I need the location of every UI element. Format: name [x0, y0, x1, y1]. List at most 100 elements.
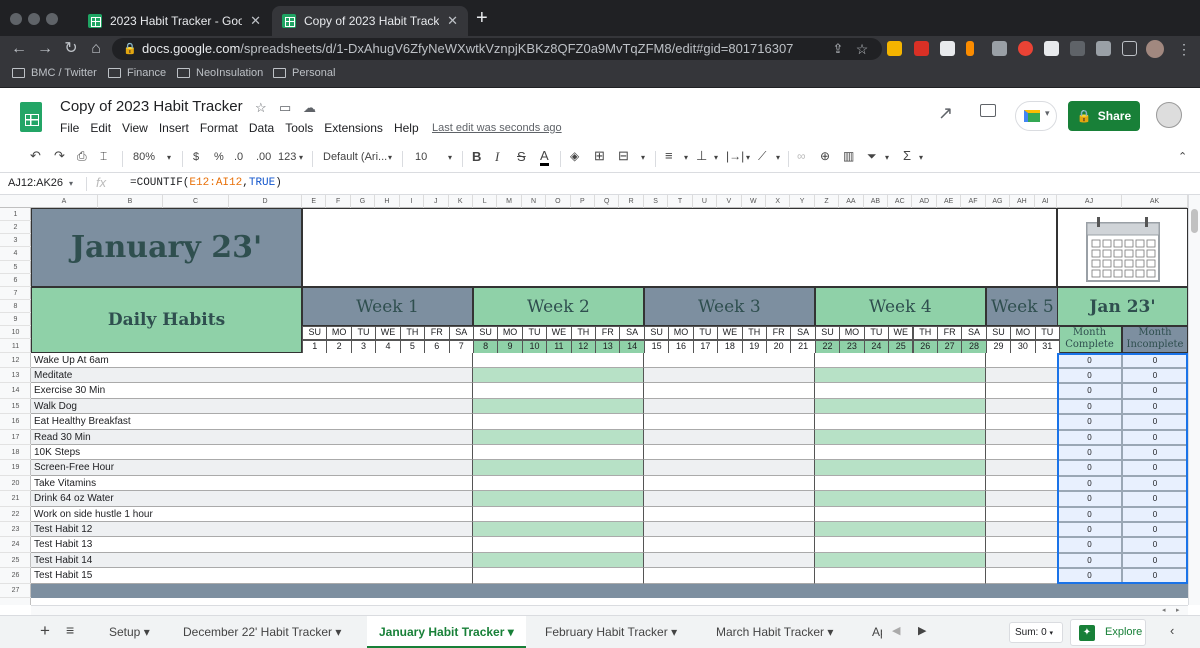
chevron-down-icon[interactable]: ▾ [69, 179, 73, 188]
habit-week-cells[interactable] [472, 568, 644, 584]
minimize-window-button[interactable] [28, 13, 40, 25]
month-complete-count[interactable]: 0 [1057, 506, 1122, 523]
month-incomplete-count[interactable]: 0 [1122, 414, 1188, 430]
row-header[interactable]: 6 [0, 274, 31, 287]
scrollbar-thumb[interactable] [1191, 209, 1198, 233]
menu-tools[interactable]: Tools [285, 121, 313, 135]
chevron-down-icon[interactable]: ▾ [299, 153, 303, 162]
habit-week-cells[interactable] [472, 522, 644, 538]
column-header[interactable]: K [449, 195, 473, 208]
column-header[interactable]: S [644, 195, 669, 208]
paint-format-icon[interactable]: ⌶ [100, 149, 107, 164]
column-header[interactable]: AC [888, 195, 913, 208]
share-button[interactable]: 🔒 Share [1068, 101, 1140, 131]
habit-week-cells[interactable] [643, 398, 815, 415]
browser-tab-2-active[interactable]: Copy of 2023 Habit Tracker - G ✕ [272, 6, 468, 36]
column-header[interactable]: AG [986, 195, 1011, 208]
month-incomplete-count[interactable]: 0 [1122, 398, 1188, 415]
menu-data[interactable]: Data [249, 121, 274, 135]
month-incomplete-count[interactable]: 0 [1122, 429, 1188, 446]
italic-icon[interactable]: I [495, 149, 499, 165]
habit-week-cells[interactable] [814, 552, 986, 569]
browser-tab-1[interactable]: 2023 Habit Tracker - Google Sl ✕ [78, 6, 271, 36]
habit-week-cells[interactable] [814, 568, 986, 584]
scroll-tabs-left-icon[interactable]: ◀ [892, 624, 900, 637]
edit-extension-icon[interactable] [1044, 41, 1059, 56]
habit-week-cells[interactable] [814, 368, 986, 384]
habit-name[interactable]: Screen-Free Hour [31, 460, 302, 476]
habit-name[interactable]: 10K Steps [31, 445, 302, 461]
sheet-tab-april[interactable]: Ap [860, 616, 882, 648]
side-panel-icon[interactable] [1122, 41, 1137, 56]
vertical-scrollbar[interactable] [1188, 195, 1200, 605]
bookmark-star-icon[interactable]: ☆ [852, 39, 872, 59]
column-header[interactable]: L [473, 195, 498, 208]
habit-week-cells[interactable] [643, 383, 815, 399]
habit-week-cells[interactable] [643, 352, 815, 369]
column-header[interactable]: N [522, 195, 547, 208]
bold-icon[interactable]: B [472, 149, 481, 164]
sheet-tab-february[interactable]: February Habit Tracker ▾ [533, 616, 689, 648]
spreadsheet-grid[interactable]: A B C D E F G H I J K L M N O P Q R S T U V W X Y Z AA AB AC AD AE AF AG… [0, 195, 1188, 605]
column-header[interactable]: O [546, 195, 571, 208]
move-folder-icon[interactable]: ▭ [279, 100, 291, 116]
bookmark-personal[interactable]: Personal [273, 67, 335, 79]
text-rotation-icon[interactable]: ⟋ [758, 149, 766, 164]
collapse-toolbar-icon[interactable]: ⌃ [1178, 150, 1187, 163]
habit-week-cells[interactable] [643, 506, 815, 523]
row-header[interactable]: 22 [0, 507, 31, 523]
column-header[interactable]: AE [937, 195, 962, 208]
percent-format-button[interactable]: % [214, 151, 224, 163]
habit-week-cells[interactable] [985, 368, 1059, 384]
month-complete-count[interactable]: 0 [1057, 568, 1122, 584]
r-extension-icon[interactable] [992, 41, 1007, 56]
chevron-down-icon[interactable]: ▾ [776, 153, 780, 162]
cloud-extension-icon[interactable] [1070, 41, 1085, 56]
habit-week-cells[interactable] [985, 552, 1059, 569]
star-icon[interactable]: ☆ [255, 100, 267, 116]
row-header[interactable]: 25 [0, 553, 31, 569]
row-header[interactable]: 20 [0, 476, 31, 492]
close-window-button[interactable] [10, 13, 22, 25]
row-header[interactable]: 2 [0, 221, 31, 235]
print-icon[interactable]: ⎙ [77, 149, 87, 164]
habit-week-cells[interactable] [814, 398, 986, 415]
row-header[interactable]: 3 [0, 234, 31, 248]
habit-week-cells[interactable] [985, 522, 1059, 538]
column-header[interactable]: Y [790, 195, 815, 208]
month-complete-count[interactable]: 0 [1057, 445, 1122, 461]
habit-week-cells[interactable] [814, 460, 986, 476]
habit-week-cells[interactable] [985, 568, 1059, 584]
month-incomplete-count[interactable]: 0 [1122, 383, 1188, 399]
bookmark-finance[interactable]: Finance [108, 67, 166, 79]
month-incomplete-count[interactable]: 0 [1122, 506, 1188, 523]
scroll-right-icon[interactable]: ▸ [1176, 606, 1180, 614]
sheet-tab-setup[interactable]: Setup ▾ [97, 616, 162, 648]
row-header[interactable]: 21 [0, 491, 31, 507]
close-tab-icon[interactable]: ✕ [250, 13, 261, 29]
habit-name[interactable]: Test Habit 12 [31, 522, 302, 538]
column-header[interactable]: P [571, 195, 596, 208]
habit-week-cells[interactable] [472, 398, 644, 415]
column-header[interactable]: D [229, 195, 302, 208]
month-incomplete-count[interactable]: 0 [1122, 475, 1188, 492]
column-header[interactable]: AB [864, 195, 889, 208]
user-avatar[interactable] [1156, 102, 1182, 128]
habit-week-cells[interactable] [814, 445, 986, 461]
habit-week-cells[interactable] [643, 445, 815, 461]
row-header[interactable]: 13 [0, 368, 31, 384]
column-header[interactable]: X [766, 195, 791, 208]
habit-week-cells[interactable] [472, 537, 644, 553]
habit-name[interactable]: Test Habit 14 [31, 552, 302, 569]
column-header[interactable]: I [400, 195, 425, 208]
month-incomplete-count[interactable]: 0 [1122, 445, 1188, 461]
row-header[interactable]: 5 [0, 261, 31, 274]
maximize-window-button[interactable] [46, 13, 58, 25]
column-header[interactable]: AI [1035, 195, 1057, 208]
column-header[interactable]: AD [913, 195, 937, 208]
column-header[interactable]: T [668, 195, 693, 208]
google-sheets-logo-icon[interactable] [20, 102, 42, 132]
habit-name[interactable]: Test Habit 13 [31, 537, 302, 553]
column-header[interactable]: F [326, 195, 351, 208]
habit-week-cells[interactable] [643, 475, 815, 492]
